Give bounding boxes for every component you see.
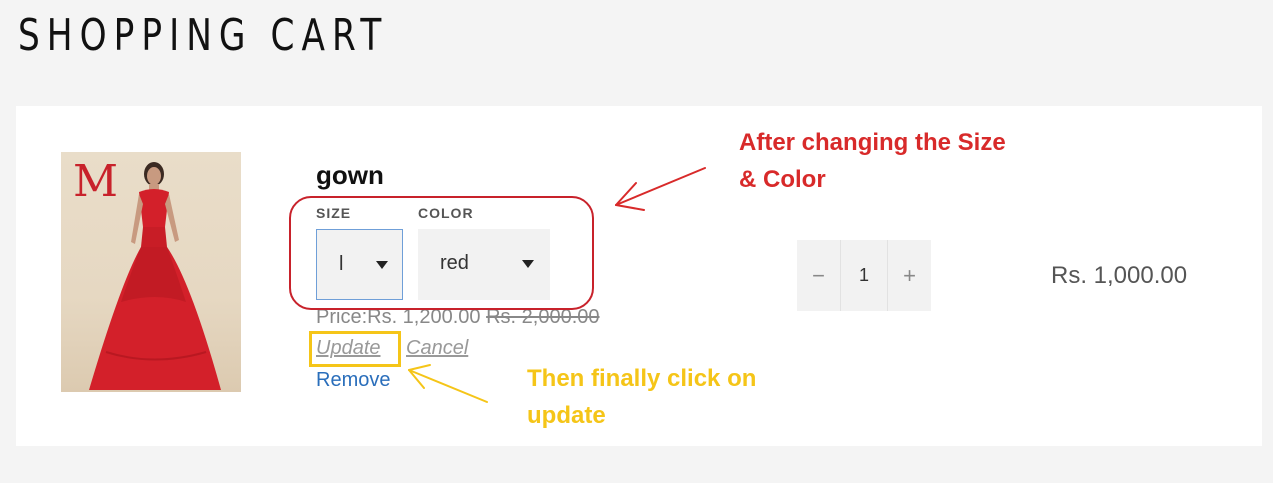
red-arrow-icon (615, 167, 706, 211)
yellow-arrow-icon (408, 364, 488, 403)
annotation-arrows (408, 167, 706, 403)
